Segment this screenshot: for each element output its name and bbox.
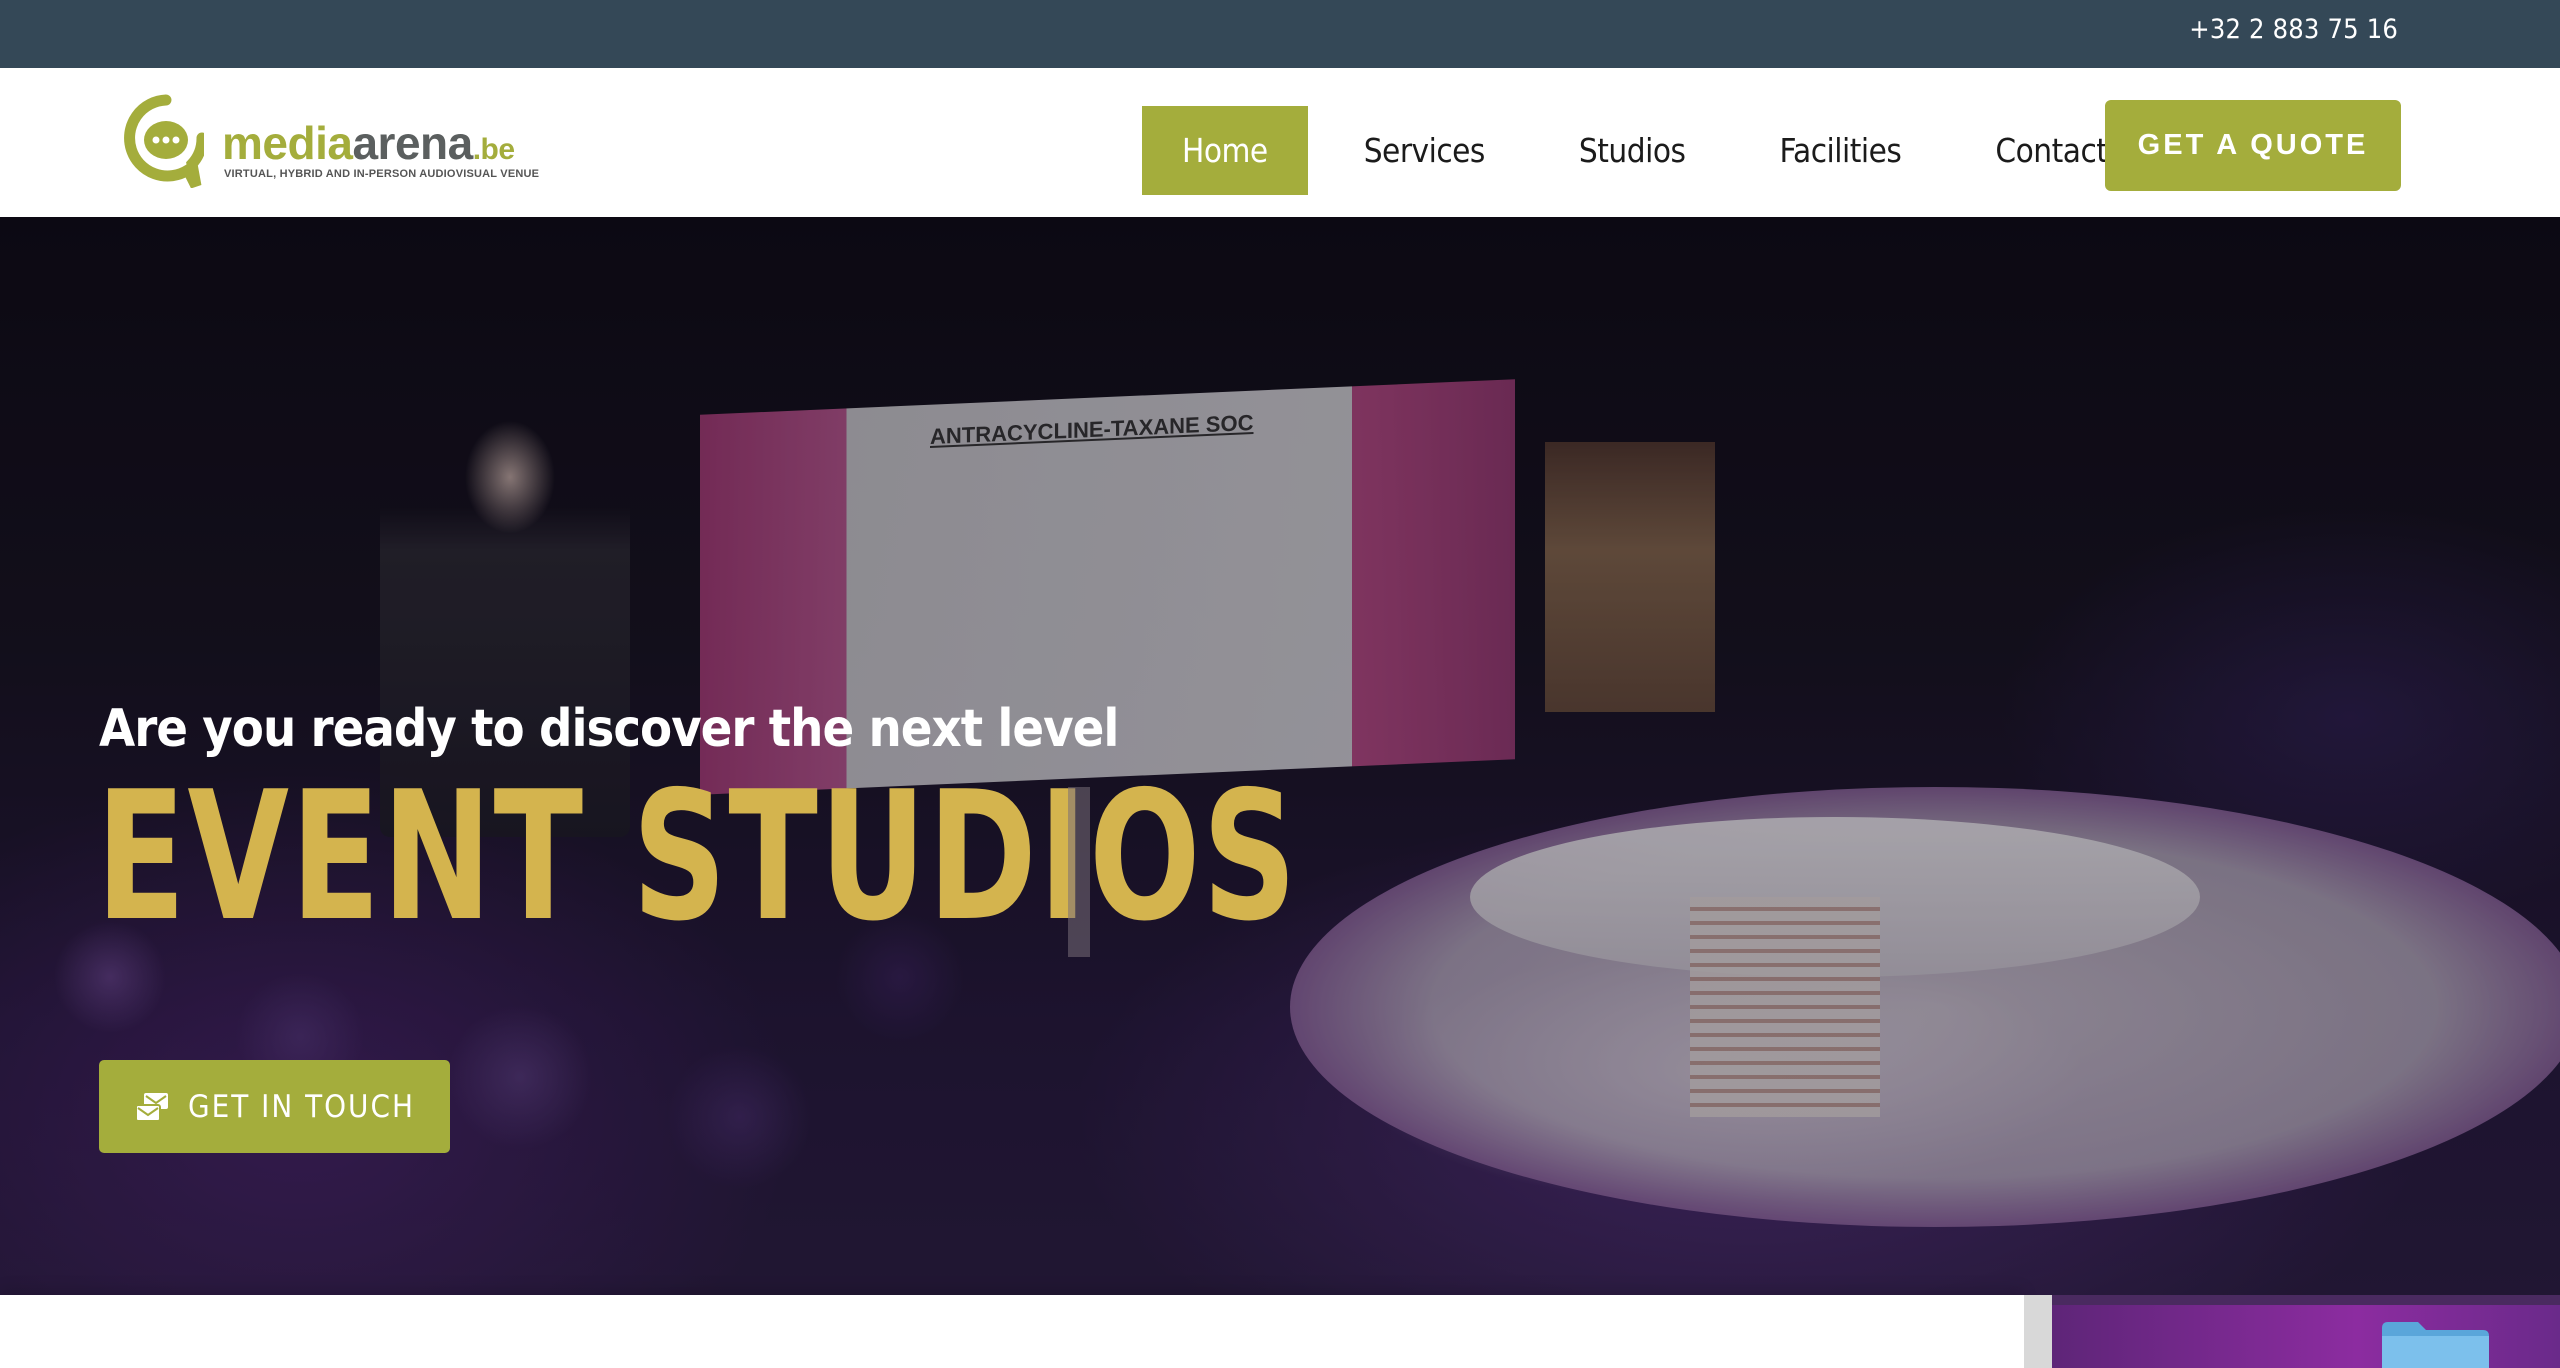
- site-header: mediaarena.be VIRTUAL, HYBRID AND IN-PER…: [0, 68, 2560, 217]
- nav-item-studios[interactable]: Studios: [1541, 106, 1724, 195]
- top-bar: +32 2 883 75 16: [0, 0, 2560, 68]
- below-hero-area: [0, 1295, 2560, 1368]
- nav-item-services[interactable]: Services: [1326, 106, 1523, 195]
- hero-section: ANTRACYCLINE-TAXANE SOC Are you ready to…: [0, 217, 2560, 1295]
- logo-word-tld: .be: [472, 133, 515, 166]
- logo-word-arena: arena: [352, 117, 473, 169]
- phone-number[interactable]: +32 2 883 75 16: [2189, 12, 2398, 48]
- logo-tagline: VIRTUAL, HYBRID AND IN-PERSON AUDIOVISUA…: [224, 168, 540, 180]
- get-a-quote-button[interactable]: GET A QUOTE: [2105, 100, 2401, 191]
- nav-item-facilities[interactable]: Facilities: [1741, 106, 1939, 195]
- content-panel: [0, 1295, 2024, 1368]
- mail-stack-icon: [135, 1092, 169, 1122]
- get-in-touch-button[interactable]: GET IN TOUCH: [99, 1060, 450, 1153]
- hero-kicker: Are you ready to discover the next level: [99, 699, 1119, 759]
- panel-divider: [2024, 1295, 2052, 1368]
- chat-bubble-logo-icon: [124, 94, 204, 188]
- hero-title: EVENT STUDIOS: [96, 753, 1299, 960]
- logo-word-media: media: [222, 117, 353, 169]
- logo-wordmark: mediaarena.be: [222, 118, 515, 175]
- nav-item-home[interactable]: Home: [1142, 106, 1308, 195]
- get-in-touch-label: GET IN TOUCH: [188, 1088, 415, 1125]
- folder-icon[interactable]: [2378, 1316, 2493, 1368]
- typing-caret: [1068, 787, 1090, 957]
- main-nav: Home Services Studios Facilities Contact: [1142, 106, 2163, 195]
- logo[interactable]: mediaarena.be VIRTUAL, HYBRID AND IN-PER…: [122, 94, 562, 194]
